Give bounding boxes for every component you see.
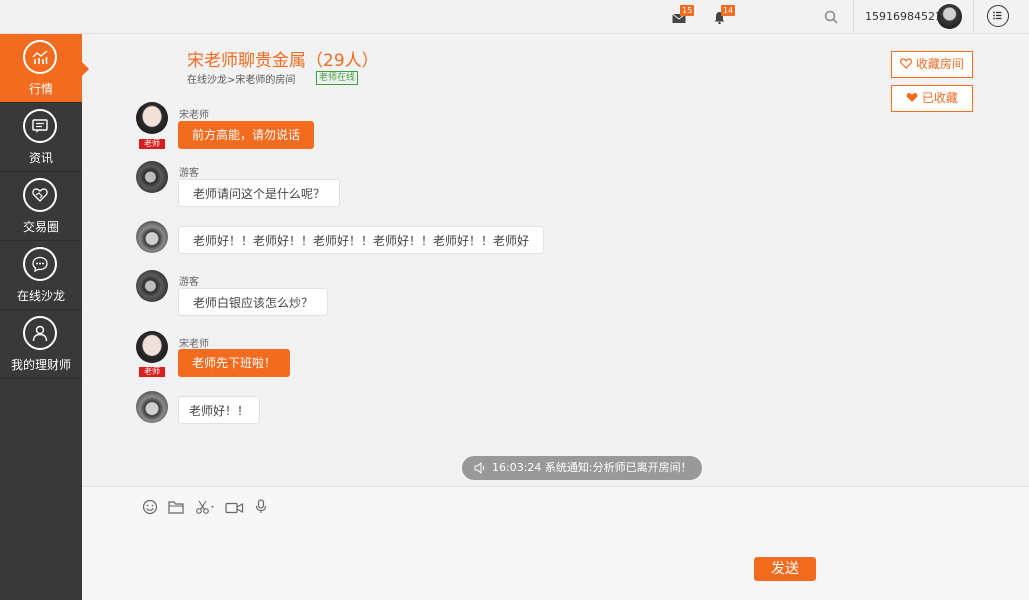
heart-filled-icon — [906, 93, 918, 102]
favorited-button[interactable]: 已收藏 — [891, 85, 973, 112]
message-bubble: 老师先下班啦！ — [178, 349, 291, 377]
speaker-icon — [474, 462, 485, 474]
status-badge: 老师在线 — [316, 71, 359, 85]
message-bubble: 老师白银应该怎么炒？ — [178, 288, 329, 316]
message-bubble: 老师好！！ — [178, 396, 261, 424]
bell-icon[interactable]: 14 — [713, 5, 736, 25]
divider — [853, 0, 854, 34]
system-notice: 16:03:24 系统通知:分析师已离开房间！ — [462, 456, 702, 480]
sidebar-item-label: 我的理财师 — [10, 358, 71, 372]
top-bar: 15 14 15916984521 — [0, 0, 1029, 34]
sender-name: 宋老师 — [179, 110, 209, 121]
message-bubble: 前方高能，请勿说话 — [178, 121, 315, 149]
emoji-icon[interactable] — [142, 499, 160, 515]
breadcrumb[interactable]: 在线沙龙>宋老师的房间 — [187, 71, 295, 86]
active-pointer — [82, 62, 89, 76]
heart-outline-icon — [900, 58, 913, 69]
sidebar-item-online-salon[interactable]: 在线沙龙 — [0, 241, 82, 310]
sender-name: 宋老师 — [179, 339, 209, 350]
video-icon[interactable] — [225, 499, 245, 515]
favorite-room-label: 收藏房间 — [915, 57, 964, 71]
favorited-label: 已收藏 — [921, 91, 958, 105]
avatar[interactable] — [136, 161, 168, 193]
sidebar-item-label: 交易圈 — [22, 220, 59, 234]
sender-name: 游客 — [179, 277, 199, 288]
search-icon[interactable] — [824, 9, 840, 25]
user-avatar[interactable] — [937, 4, 962, 29]
system-notice-text: 16:03:24 系统通知:分析师已离开房间！ — [492, 461, 692, 474]
handshake-icon — [23, 178, 57, 212]
sidebar-item-news[interactable]: 资讯 — [0, 103, 82, 172]
message-composer[interactable]: 发送 — [82, 486, 1029, 600]
message-bubble: 老师请问这个是什么呢？ — [178, 179, 341, 207]
avatar[interactable] — [136, 102, 168, 134]
sidebar-item-my-advisor[interactable]: 我的理财师 — [0, 310, 82, 379]
scissors-icon[interactable] — [195, 499, 217, 515]
chart-icon — [23, 40, 57, 74]
news-icon — [23, 109, 57, 143]
sidebar-item-label: 在线沙龙 — [16, 289, 65, 303]
person-icon — [23, 316, 57, 350]
mail-badge: 15 — [680, 5, 695, 16]
send-button[interactable]: 发送 — [754, 557, 816, 581]
sidebar-item-trading-circle[interactable]: 交易圈 — [0, 172, 82, 241]
avatar[interactable] — [136, 391, 168, 423]
teacher-badge: 老师 — [139, 139, 165, 149]
sender-name: 游客 — [179, 168, 199, 179]
sidebar-item-market[interactable]: 行情 — [0, 34, 89, 103]
sidebar-item-label: 资讯 — [28, 151, 53, 165]
favorite-room-button[interactable]: 收藏房间 — [891, 51, 973, 78]
avatar[interactable] — [136, 331, 168, 363]
teacher-badge: 老师 — [139, 367, 165, 377]
microphone-icon[interactable] — [255, 499, 273, 515]
menu-list-icon[interactable] — [987, 5, 1009, 27]
room-title: 宋老师聊贵金属（29人） — [187, 51, 379, 71]
folder-icon[interactable] — [168, 499, 186, 515]
sidebar-item-label: 行情 — [28, 82, 53, 96]
mail-icon[interactable]: 15 — [672, 5, 695, 25]
message-bubble: 老师好！！老师好！！老师好！！老师好！！老师好！！老师好 — [178, 226, 545, 254]
chat-icon — [23, 247, 57, 281]
avatar[interactable] — [136, 221, 168, 253]
divider — [973, 0, 974, 34]
avatar[interactable] — [136, 270, 168, 302]
bell-badge: 14 — [721, 5, 736, 16]
user-phone[interactable]: 15916984521 — [865, 10, 942, 23]
sidebar: 行情 资讯 交易圈 在线沙龙 我的理财师 — [0, 34, 89, 600]
